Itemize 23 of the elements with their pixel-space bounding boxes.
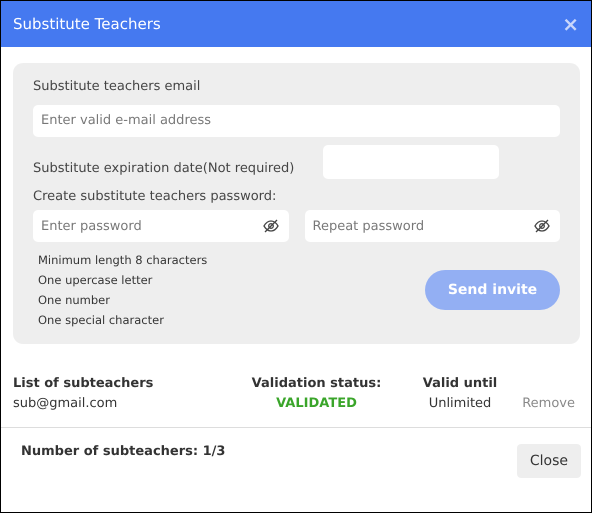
column-header: List of subteachers: [13, 375, 154, 393]
column-header: Validation status:: [250, 375, 382, 393]
password-label: Create substitute teachers password:: [33, 188, 278, 206]
eye-slash-icon[interactable]: [534, 219, 550, 233]
requirement-text: One number: [38, 292, 111, 309]
column-header: Valid until: [422, 375, 498, 393]
status-text: VALIDATED: [275, 394, 358, 412]
date-label: Substitute expiration date(Not required): [33, 160, 294, 178]
email-label: Substitute teachers email: [33, 78, 202, 96]
password-field[interactable]: Enter password: [33, 210, 288, 242]
subteacher-count: Number of subteachers: 1/3: [21, 443, 226, 461]
email-text: sub@gmail.com: [13, 394, 118, 412]
valid-until-text: Unlimited: [428, 394, 492, 412]
password-field[interactable]: Repeat password: [304, 210, 560, 242]
remove-link[interactable]: Remove: [522, 394, 575, 413]
email-field[interactable]: Enter valid e-mail address: [33, 104, 560, 136]
close-dialog-button[interactable]: Close: [516, 444, 581, 478]
requirement-text: One upercase letter: [38, 272, 154, 289]
dialog-title: Substitute Teachers: [13, 14, 161, 35]
requirement-text: One special character: [38, 312, 165, 329]
eye-slash-icon[interactable]: [262, 219, 278, 233]
close-button[interactable]: ×: [562, 14, 579, 34]
requirement-text: Minimum length 8 characters: [38, 252, 208, 269]
